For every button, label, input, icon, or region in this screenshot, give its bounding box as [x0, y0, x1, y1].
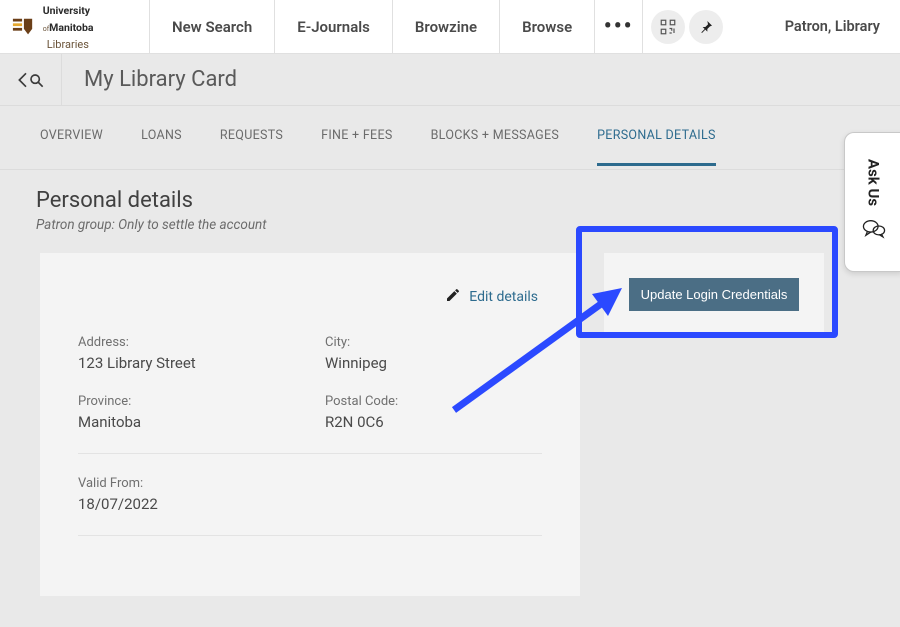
address-label: Address: [78, 335, 295, 350]
valid-from-value: 18/07/2022 [78, 495, 542, 513]
brand-text: University ofManitoba Libraries [43, 1, 139, 51]
title-bar: My Library Card [0, 54, 900, 106]
field-divider [78, 453, 542, 454]
nav-browzine[interactable]: Browzine [393, 0, 500, 53]
bison-shield-icon [10, 15, 37, 39]
field-divider-bottom [78, 535, 542, 536]
nav-browse[interactable]: Browse [500, 0, 595, 53]
brand-suffix: Libraries [47, 38, 89, 51]
content-panels: Edit details Address: 123 Library Street… [0, 239, 900, 616]
tab-requests[interactable]: REQUESTS [220, 128, 283, 166]
personal-details-card: Edit details Address: 123 Library Street… [40, 253, 580, 596]
update-login-credentials-button[interactable]: Update Login Credentials [629, 278, 800, 311]
field-address: Address: 123 Library Street [78, 335, 295, 372]
qr-icon[interactable] [651, 10, 685, 44]
pencil-icon [445, 287, 461, 307]
field-valid-from: Valid From: 18/07/2022 [78, 476, 542, 513]
nav-more-menu[interactable]: ••• [595, 0, 643, 53]
city-label: City: [325, 335, 542, 350]
province-value: Manitoba [78, 413, 295, 431]
brand-line1: University [43, 4, 90, 17]
section-title: Personal details [36, 188, 864, 213]
account-tabs: OVERVIEW LOANS REQUESTS FINE + FEES BLOC… [0, 106, 900, 170]
tab-loans[interactable]: LOANS [141, 128, 182, 166]
page-title: My Library Card [62, 67, 237, 92]
tab-overview[interactable]: OVERVIEW [40, 128, 103, 166]
field-province: Province: Manitoba [78, 394, 295, 431]
address-value: 123 Library Street [78, 354, 295, 372]
pin-icon[interactable] [689, 10, 723, 44]
nav-e-journals[interactable]: E-Journals [275, 0, 393, 53]
edit-details-link[interactable]: Edit details [74, 287, 546, 307]
field-city: City: Winnipeg [325, 335, 542, 372]
field-postal: Postal Code: R2N 0C6 [325, 394, 542, 431]
top-nav: University ofManitoba Libraries New Sear… [0, 0, 900, 54]
edit-details-label: Edit details [469, 289, 538, 305]
city-value: Winnipeg [325, 354, 542, 372]
back-to-search-button[interactable] [0, 54, 62, 105]
tab-blocks-messages[interactable]: BLOCKS + MESSAGES [431, 128, 560, 166]
province-label: Province: [78, 394, 295, 409]
nav-new-search[interactable]: New Search [150, 0, 275, 53]
brand-logo[interactable]: University ofManitoba Libraries [0, 0, 150, 53]
details-fields: Address: 123 Library Street City: Winnip… [74, 335, 546, 536]
nav-icon-group [643, 0, 731, 53]
chat-bubbles-icon [861, 215, 887, 245]
valid-from-label: Valid From: [78, 476, 542, 491]
section-header: Personal details Patron group: Only to s… [0, 170, 900, 239]
postal-label: Postal Code: [325, 394, 542, 409]
update-credentials-card: Update Login Credentials [604, 253, 824, 335]
section-subtitle: Patron group: Only to settle the account [36, 217, 864, 233]
nav-user-menu[interactable]: Patron, Library [775, 0, 900, 53]
ask-us-label: Ask Us [865, 159, 883, 206]
ask-us-tab[interactable]: Ask Us [844, 132, 900, 272]
tab-personal-details[interactable]: PERSONAL DETAILS [597, 128, 716, 166]
tab-fine-fees[interactable]: FINE + FEES [321, 128, 392, 166]
brand-line2: Manitoba [49, 21, 93, 34]
postal-value: R2N 0C6 [325, 413, 542, 431]
